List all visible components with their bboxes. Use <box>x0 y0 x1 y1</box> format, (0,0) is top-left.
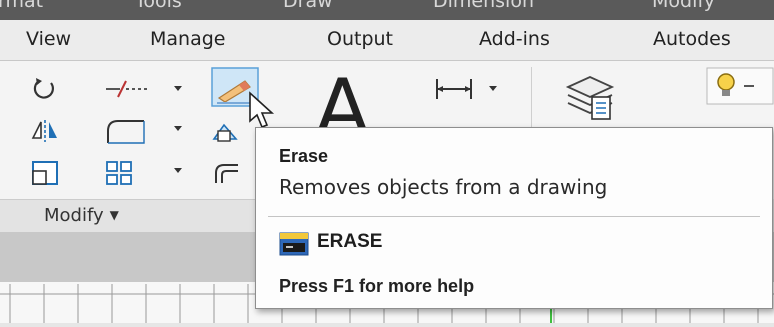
erase-tooltip: Erase Removes objects from a drawing ERA… <box>255 127 773 309</box>
menu-item-modify[interactable]: Modify <box>652 0 715 12</box>
tab-autodesk[interactable]: Autodes <box>653 28 731 50</box>
offset-icon[interactable] <box>212 159 242 187</box>
menu-item-draw[interactable]: Draw <box>283 0 333 12</box>
menu-item-tools[interactable]: Tools <box>135 0 182 12</box>
chevron-down-icon: ▼ <box>109 208 119 222</box>
fillet-icon[interactable] <box>104 117 150 145</box>
mirror-icon[interactable] <box>30 116 60 144</box>
tooltip-help-text: Press F1 for more help <box>279 276 475 296</box>
array-icon[interactable] <box>104 159 134 187</box>
modify-panel-label: Modify <box>44 205 104 226</box>
chevron-down-icon[interactable] <box>173 125 183 133</box>
ribbon-tab-bar: View Manage Output Add-ins Autodes <box>0 20 774 61</box>
modify-panel-bar: Modify ▼ <box>0 199 270 232</box>
scale-icon[interactable] <box>30 159 60 187</box>
lightbulb-icon[interactable] <box>706 67 774 105</box>
tab-output[interactable]: Output <box>327 28 393 50</box>
menu-item-format[interactable]: rmat <box>0 0 43 12</box>
chevron-down-icon[interactable] <box>488 85 498 93</box>
tooltip-command-name: ERASE <box>317 231 383 252</box>
linear-dimension-icon[interactable] <box>434 75 474 103</box>
layer-properties-icon[interactable] <box>562 69 618 123</box>
mouse-cursor-icon <box>248 91 278 131</box>
command-line-icon <box>279 232 309 260</box>
menu-item-dimension[interactable]: Dimension <box>433 0 534 12</box>
tooltip-title: Erase <box>279 146 329 166</box>
trim-icon[interactable] <box>104 75 156 103</box>
modify-panel-title[interactable]: Modify ▼ <box>44 205 119 226</box>
tooltip-description: Removes objects from a drawing <box>279 175 608 199</box>
tab-view[interactable]: View <box>26 28 71 50</box>
menu-bar: rmat Tools Draw Dimension Modify <box>0 0 774 20</box>
tab-manage[interactable]: Manage <box>150 28 225 50</box>
chevron-down-icon[interactable] <box>173 85 183 93</box>
tab-add-ins[interactable]: Add-ins <box>479 28 550 50</box>
tooltip-divider <box>268 216 760 217</box>
rotate-icon[interactable] <box>30 75 58 103</box>
chevron-down-icon[interactable] <box>173 167 183 175</box>
stretch-icon[interactable] <box>210 117 240 145</box>
